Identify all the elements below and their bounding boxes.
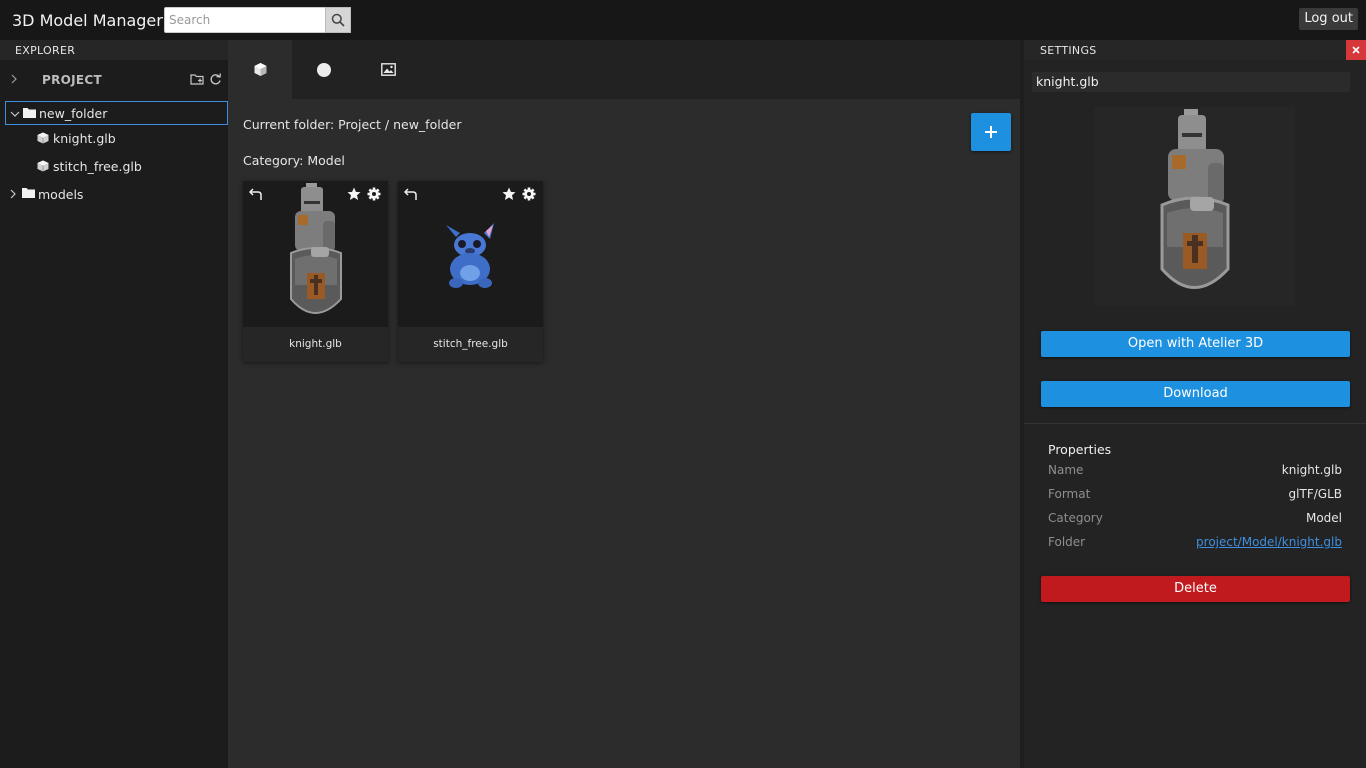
model-card-name: stitch_free.glb xyxy=(398,327,543,362)
model-cube-icon xyxy=(37,132,49,144)
property-category: Category Model xyxy=(1048,511,1342,529)
project-label: PROJECT xyxy=(42,73,102,87)
category-label: Category: Model xyxy=(243,153,345,168)
app-window: 3D Model Manager Log out EXPLORER PROJEC… xyxy=(0,0,1366,768)
property-folder: Folder project/Model/knight.glb xyxy=(1048,535,1342,553)
property-name: Name knight.glb xyxy=(1048,463,1342,481)
back-arrow-icon[interactable] xyxy=(404,188,418,201)
model-card-knight[interactable]: knight.glb xyxy=(243,181,388,362)
tree-item-models[interactable]: models xyxy=(0,181,228,209)
tree-item-label: models xyxy=(38,187,84,202)
delete-button[interactable]: Delete xyxy=(1041,576,1350,602)
model-preview xyxy=(1094,107,1295,306)
open-with-atelier-button[interactable]: Open with Atelier 3D xyxy=(1041,331,1350,357)
divider xyxy=(1024,423,1366,424)
tab-bar xyxy=(228,40,1020,99)
model-card-name: knight.glb xyxy=(243,327,388,362)
property-key: Category xyxy=(1048,511,1103,525)
stitch-model-image xyxy=(446,223,494,288)
search-input[interactable] xyxy=(164,7,326,33)
tab-images[interactable] xyxy=(356,40,420,99)
sphere-icon xyxy=(317,62,331,77)
properties-title: Properties xyxy=(1048,442,1112,457)
model-card-stitch[interactable]: stitch_free.glb xyxy=(398,181,543,362)
new-folder-icon[interactable] xyxy=(190,72,205,86)
explorer-heading: EXPLORER xyxy=(0,40,228,60)
top-bar: 3D Model Manager Log out xyxy=(0,0,1366,40)
logout-button[interactable]: Log out xyxy=(1299,8,1358,30)
chevron-right-icon[interactable] xyxy=(9,74,19,84)
download-button[interactable]: Download xyxy=(1041,381,1350,407)
tree-item-label: stitch_free.glb xyxy=(53,159,142,174)
folder-icon xyxy=(22,188,35,198)
selected-filename: knight.glb xyxy=(1032,72,1350,92)
back-arrow-icon[interactable] xyxy=(249,188,263,201)
add-model-button[interactable] xyxy=(971,113,1011,151)
app-title: 3D Model Manager xyxy=(12,11,163,30)
gear-icon[interactable] xyxy=(367,187,381,201)
property-value: glTF/GLB xyxy=(1288,487,1342,501)
close-settings-button[interactable] xyxy=(1346,40,1366,60)
search-icon xyxy=(331,13,345,27)
refresh-icon[interactable] xyxy=(209,72,222,86)
chevron-right-icon[interactable] xyxy=(8,189,18,199)
tree-item-label: new_folder xyxy=(39,106,108,121)
folder-path-link[interactable]: project/Model/knight.glb xyxy=(1196,535,1342,549)
knight-preview-image xyxy=(1160,109,1230,289)
property-value: knight.glb xyxy=(1281,463,1342,477)
main-panel: Current folder: Project / new_folder Cat… xyxy=(228,40,1020,768)
gear-icon[interactable] xyxy=(522,187,536,201)
settings-heading: SETTINGS xyxy=(1024,40,1366,60)
model-cube-icon xyxy=(37,160,49,172)
tab-models[interactable] xyxy=(228,40,292,99)
plus-icon xyxy=(985,126,997,138)
current-folder-path: Current folder: Project / new_folder xyxy=(243,117,462,132)
tree-item-stitch[interactable]: stitch_free.glb xyxy=(0,153,228,181)
chevron-down-icon[interactable] xyxy=(10,109,20,119)
settings-panel: SETTINGS knight.glb Open with Atelier 3D… xyxy=(1024,40,1366,768)
image-icon xyxy=(380,63,396,76)
star-icon[interactable] xyxy=(502,187,516,201)
property-key: Name xyxy=(1048,463,1084,477)
tree-item-knight[interactable]: knight.glb xyxy=(0,125,228,153)
knight-model-image xyxy=(290,183,342,314)
folder-icon xyxy=(23,108,36,118)
model-thumbnail-stitch[interactable] xyxy=(398,181,543,327)
property-key: Folder xyxy=(1048,535,1086,549)
explorer-panel: EXPLORER PROJECT new_folder knight.glb s… xyxy=(0,40,228,768)
model-thumbnail-knight[interactable] xyxy=(243,181,388,327)
tab-materials[interactable] xyxy=(292,40,356,99)
project-row[interactable]: PROJECT xyxy=(0,60,228,101)
search-button[interactable] xyxy=(325,7,351,33)
tree-item-label: knight.glb xyxy=(53,131,116,146)
star-icon[interactable] xyxy=(347,187,361,201)
property-value: Model xyxy=(1305,511,1342,525)
close-icon xyxy=(1352,46,1360,54)
property-format: Format glTF/GLB xyxy=(1048,487,1342,505)
property-key: Format xyxy=(1048,487,1091,501)
cube-icon xyxy=(254,63,266,76)
tree-item-new-folder[interactable]: new_folder xyxy=(5,101,228,125)
